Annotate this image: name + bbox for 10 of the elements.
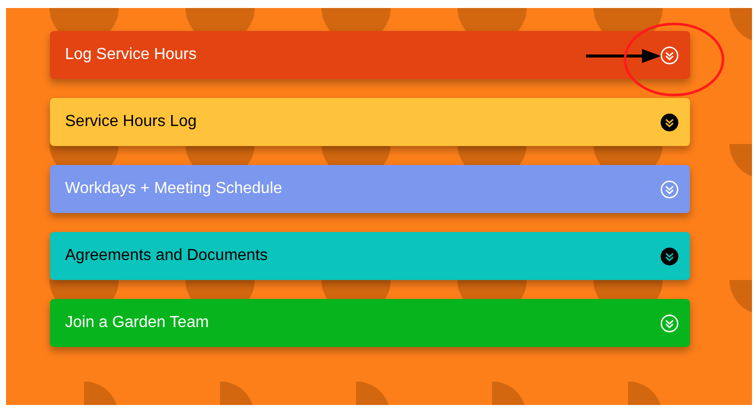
double-chevron-icon xyxy=(660,46,679,64)
accordion-header[interactable]: Log Service Hours xyxy=(50,31,690,79)
double-chevron-icon xyxy=(660,314,679,332)
accordion-header[interactable]: Agreements and Documents xyxy=(50,232,690,280)
accordion-header[interactable]: Join a Garden Team xyxy=(50,299,690,347)
double-chevron-icon xyxy=(660,180,679,198)
double-chevron-icon xyxy=(660,112,679,132)
accordion-header[interactable]: Service Hours Log xyxy=(50,98,690,146)
accordion-header[interactable]: Workdays + Meeting Schedule xyxy=(50,165,690,213)
double-chevron-icon xyxy=(660,246,679,266)
